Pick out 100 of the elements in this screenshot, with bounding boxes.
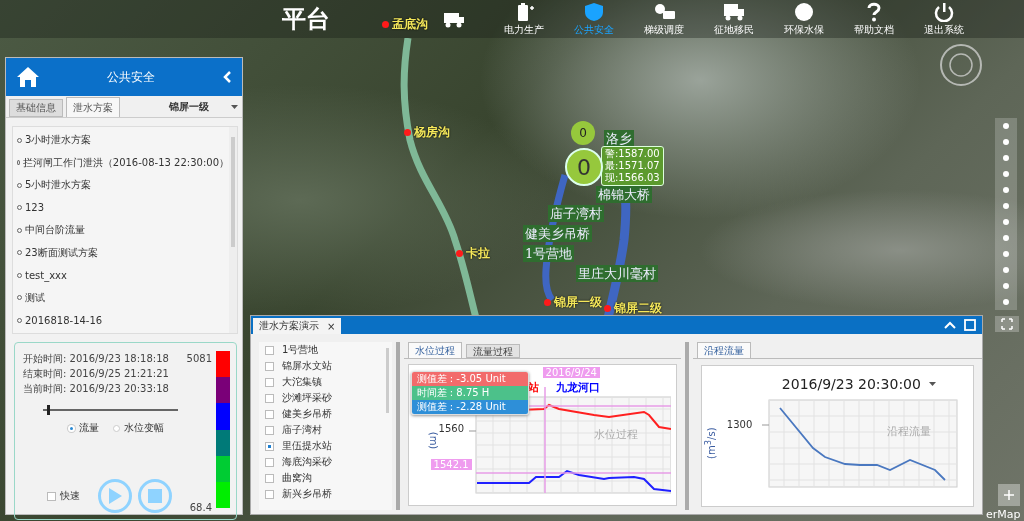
place-label: 卡拉 — [466, 245, 490, 262]
location-dot-icon — [604, 305, 611, 312]
power-icon — [932, 1, 956, 22]
location-dot-icon — [544, 299, 551, 306]
station-dropdown[interactable]: 锦屏一级 — [169, 97, 242, 117]
station-checkbox[interactable]: 庙子湾村 — [265, 422, 384, 438]
time-slider[interactable] — [43, 405, 178, 415]
compass-icon[interactable] — [938, 42, 984, 88]
maximize-icon[interactable] — [964, 319, 976, 331]
chevron-up-icon[interactable] — [944, 321, 956, 329]
panel-tab[interactable]: 泄水方案 — [66, 97, 120, 117]
shield-icon — [582, 1, 606, 22]
location-dot-icon — [456, 250, 463, 257]
panel-tab[interactable]: 泄水方案演示 × — [253, 318, 342, 334]
station-checkbox[interactable]: 锦屏水文站 — [265, 358, 384, 374]
dot-icon — [1002, 218, 1010, 226]
plan-item[interactable]: 123 — [13, 196, 229, 219]
expand-icon — [1001, 318, 1013, 330]
place-label: 杨房沟 — [414, 124, 450, 141]
dot-icon — [1002, 138, 1010, 146]
plan-item[interactable]: 3小时泄水方案 — [13, 129, 229, 152]
dot-icon — [1002, 202, 1010, 210]
plan-item[interactable]: 23断面测试方案 — [13, 241, 229, 264]
dot-icon — [1002, 154, 1010, 162]
panel-tab[interactable]: 基础信息 — [9, 99, 63, 117]
end-time: 结束时间: 2016/9/25 21:21:21 — [23, 367, 170, 381]
station-checkbox[interactable]: 1号营地 — [265, 342, 384, 358]
chevron-left-icon[interactable] — [222, 70, 232, 84]
dot-icon — [1002, 186, 1010, 194]
truck-icon — [722, 1, 746, 22]
tooltip-row: 时间差 : 8.75 H — [411, 386, 528, 400]
stop-icon — [148, 489, 162, 503]
location-dot-icon — [382, 21, 389, 28]
cursor-value-label: 1542.1 — [430, 459, 472, 470]
plan-item[interactable]: 拦河闸工作门泄洪（2016-08-13 22:30:00） — [13, 151, 229, 174]
village-label: 1号营地 — [523, 245, 575, 262]
plan-item[interactable]: 测试 — [13, 286, 229, 309]
plan-item[interactable]: test_xxx — [13, 264, 229, 287]
map-tool-button[interactable] — [995, 294, 1017, 310]
gauge-reading: 现:1566.03 — [605, 172, 660, 184]
close-icon[interactable]: × — [327, 320, 336, 332]
nav-item[interactable]: 退出系统 — [910, 0, 978, 38]
place-label: 锦屏一级 — [554, 294, 602, 311]
station-checkbox[interactable]: 沙滩坪采砂 — [265, 390, 384, 406]
zoom-in-button[interactable] — [998, 484, 1020, 506]
home-icon[interactable] — [16, 66, 40, 88]
village-label: 健美乡吊桥 — [523, 225, 592, 242]
dot-icon — [1002, 298, 1010, 306]
time-dropdown[interactable]: 2016/9/23 20:30:00 — [781, 376, 936, 392]
station-checkbox[interactable]: 海底沟采砂 — [265, 454, 384, 470]
nav-item[interactable]: 帮助文档 — [840, 0, 908, 38]
dot-icon — [1002, 234, 1010, 242]
dot-icon — [1002, 250, 1010, 258]
chart-tab[interactable]: 沿程流量 — [696, 342, 751, 358]
mode-radio[interactable]: 水位变幅 — [113, 421, 164, 435]
village-label: 庙子湾村 — [548, 205, 604, 222]
chart-watermark: 水位过程 — [593, 427, 638, 442]
place-label: 锦屏二级 — [614, 300, 662, 317]
plan-item[interactable]: 2016818-14-16 — [13, 309, 229, 332]
station-checkbox[interactable]: 新兴乡吊桥 — [265, 486, 384, 502]
dot-icon — [1002, 122, 1010, 130]
dot-icon — [1002, 282, 1010, 290]
legend-min: 68.4 — [189, 502, 212, 513]
series-legend: 九龙河口 — [555, 380, 600, 395]
nav-item[interactable]: 征地移民 — [700, 0, 768, 38]
station-checkbox[interactable]: 健美乡吊桥 — [265, 406, 384, 422]
scrollbar[interactable] — [229, 127, 237, 333]
start-time: 开始时间: 2016/9/23 18:18:18 — [23, 352, 170, 366]
cursor-date-label: 2016/9/24 — [542, 367, 600, 378]
plan-item[interactable]: 5小时泄水方案 — [13, 174, 229, 197]
tooltip-row: 测值差 : -3.05 Unit — [411, 372, 528, 386]
place-label: 孟底沟 — [392, 16, 428, 33]
fullscreen-button[interactable] — [995, 316, 1019, 332]
dot-icon — [1002, 170, 1010, 178]
app-title: 平台 — [282, 4, 331, 35]
mode-radio[interactable]: 流量 — [68, 421, 99, 435]
caret-down-icon — [928, 382, 936, 386]
plan-item[interactable]: 中间台阶流量 — [13, 219, 229, 242]
gauge-reading: 警:1587.00 — [605, 148, 660, 160]
nav-item[interactable]: 环保水保 — [770, 0, 838, 38]
axis-tick-label: 1300 — [726, 419, 753, 430]
nav-item[interactable]: 电力生产 — [490, 0, 558, 38]
location-dot-icon — [404, 129, 411, 136]
map-attribution: erMap — [986, 508, 1021, 521]
axis-tick-label: 1560 — [438, 423, 465, 434]
chart-tab[interactable]: 水位过程 — [407, 342, 462, 358]
village-label: 棉锦大桥 — [596, 186, 652, 203]
station-checkbox[interactable]: 里伍提水站 — [265, 438, 384, 454]
gauge-reading: 最:1571.07 — [605, 160, 660, 172]
station-checkbox[interactable]: 大沱集镇 — [265, 374, 384, 390]
map-tool-button[interactable] — [995, 118, 1017, 134]
panel-title: 公共安全 — [107, 68, 155, 86]
nav-item[interactable]: 梯级调度 — [630, 0, 698, 38]
legend-max: 5081 — [186, 353, 212, 364]
chart-tab[interactable]: 流量过程 — [465, 344, 520, 358]
current-time: 当前时间: 2016/9/23 20:33:18 — [23, 382, 170, 396]
station-checkbox[interactable]: 曲窝沟 — [265, 470, 384, 486]
slider-thumb[interactable] — [47, 405, 51, 415]
fast-checkbox[interactable]: 快速 — [47, 489, 80, 503]
caret-down-icon — [231, 105, 238, 109]
